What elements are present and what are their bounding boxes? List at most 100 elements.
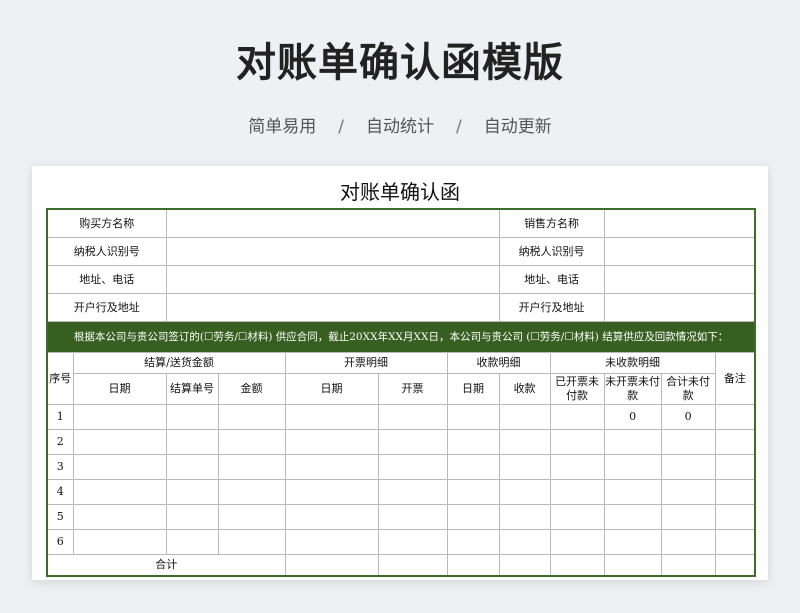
cell-uninvoiced-unpaid[interactable] <box>603 429 662 455</box>
col-invoice-date-header: 日期 <box>284 373 379 405</box>
cell-uninvoiced-unpaid[interactable]: 0 <box>603 404 662 430</box>
total-row: 合计 <box>46 554 756 577</box>
cell-invoiced-unpaid[interactable] <box>549 529 605 555</box>
cell-amount[interactable] <box>217 404 286 430</box>
cell-total-invoiced-unpaid[interactable] <box>549 554 605 577</box>
cell-uninvoiced-unpaid[interactable] <box>603 529 662 555</box>
cell-amount[interactable] <box>217 529 286 555</box>
cell-total-uninvoiced-unpaid[interactable] <box>603 554 662 577</box>
row-seq: 5 <box>46 504 74 530</box>
seller-address-cell[interactable] <box>603 265 756 294</box>
cell-remark[interactable] <box>714 454 756 480</box>
cell-receipt[interactable] <box>498 404 551 430</box>
cell-receipt-date[interactable] <box>446 429 500 455</box>
row-seq: 6 <box>46 529 74 555</box>
cell-amount[interactable] <box>217 504 286 530</box>
cell-settle-no[interactable] <box>165 529 219 555</box>
cell-settle-no[interactable] <box>165 404 219 430</box>
col-seq-header: 序号 <box>46 352 74 405</box>
group-receipt-header: 收款明细 <box>446 352 551 374</box>
cell-receipt-date[interactable] <box>446 454 500 480</box>
cell-total-unpaid[interactable] <box>660 429 716 455</box>
row-seq: 1 <box>46 404 74 430</box>
cell-invoice[interactable] <box>377 454 448 480</box>
cell-receipt-date[interactable] <box>446 504 500 530</box>
cell-total-remark[interactable] <box>714 554 756 577</box>
cell-remark[interactable] <box>714 404 756 430</box>
cell-receipt[interactable] <box>498 429 551 455</box>
cell-invoice[interactable] <box>377 504 448 530</box>
cell-total-unpaid[interactable] <box>660 479 716 505</box>
cell-settle-no[interactable] <box>165 504 219 530</box>
cell-amount[interactable] <box>217 429 286 455</box>
cell-receipt-date[interactable] <box>446 529 500 555</box>
cell-total-unpaid[interactable] <box>660 529 716 555</box>
cell-date[interactable] <box>72 454 167 480</box>
cell-remark[interactable] <box>714 479 756 505</box>
cell-receipt[interactable] <box>498 529 551 555</box>
cell-invoice-date[interactable] <box>284 529 379 555</box>
cell-total-total-unpaid[interactable] <box>660 554 716 577</box>
cell-invoice-date[interactable] <box>284 404 379 430</box>
cell-invoice[interactable] <box>377 429 448 455</box>
cell-invoiced-unpaid[interactable] <box>549 479 605 505</box>
cell-settle-no[interactable] <box>165 479 219 505</box>
seller-name-cell[interactable] <box>603 208 756 238</box>
cell-uninvoiced-unpaid[interactable] <box>603 479 662 505</box>
buyer-address-label: 地址、电话 <box>46 265 167 294</box>
row-seq: 3 <box>46 454 74 480</box>
cell-total-invoice[interactable] <box>377 554 448 577</box>
buyer-address-cell[interactable] <box>165 265 500 294</box>
seller-tax-cell[interactable] <box>603 237 756 266</box>
group-invoice-header: 开票明细 <box>284 352 448 374</box>
cell-amount[interactable] <box>217 479 286 505</box>
cell-remark[interactable] <box>714 529 756 555</box>
buyer-bank-cell[interactable] <box>165 293 500 322</box>
cell-uninvoiced-unpaid[interactable] <box>603 454 662 480</box>
cell-receipt-date[interactable] <box>446 404 500 430</box>
cell-invoice[interactable] <box>377 529 448 555</box>
cell-total-receipt[interactable] <box>498 554 551 577</box>
cell-invoiced-unpaid[interactable] <box>549 504 605 530</box>
seller-bank-cell[interactable] <box>603 293 756 322</box>
cell-invoiced-unpaid[interactable] <box>549 429 605 455</box>
cell-settle-no[interactable] <box>165 429 219 455</box>
buyer-name-label: 购买方名称 <box>46 208 167 238</box>
cell-settle-no[interactable] <box>165 454 219 480</box>
cell-date[interactable] <box>72 479 167 505</box>
feature-list: 简单易用 / 自动统计 / 自动更新 <box>0 112 800 137</box>
group-unreceived-header: 未收款明细 <box>549 352 716 374</box>
cell-receipt[interactable] <box>498 454 551 480</box>
cell-receipt[interactable] <box>498 479 551 505</box>
cell-invoiced-unpaid[interactable] <box>549 404 605 430</box>
buyer-tax-label: 纳税人识别号 <box>46 237 167 266</box>
cell-invoice[interactable] <box>377 479 448 505</box>
cell-date[interactable] <box>72 504 167 530</box>
cell-invoice-date[interactable] <box>284 504 379 530</box>
cell-receipt-date[interactable] <box>446 479 500 505</box>
total-label: 合计 <box>46 554 286 577</box>
cell-invoice[interactable] <box>377 404 448 430</box>
cell-total-unpaid[interactable]: 0 <box>660 404 716 430</box>
cell-total-receipt-date[interactable] <box>446 554 500 577</box>
table-row: 1 0 0 <box>46 404 756 430</box>
feature-auto-stat: 自动统计 <box>366 117 434 137</box>
buyer-name-cell[interactable] <box>165 208 500 238</box>
cell-total-unpaid[interactable] <box>660 454 716 480</box>
col-remark-header: 备注 <box>714 352 756 405</box>
cell-invoice-date[interactable] <box>284 429 379 455</box>
cell-date[interactable] <box>72 529 167 555</box>
buyer-tax-cell[interactable] <box>165 237 500 266</box>
cell-invoice-date[interactable] <box>284 479 379 505</box>
cell-amount[interactable] <box>217 454 286 480</box>
cell-total-unpaid[interactable] <box>660 504 716 530</box>
cell-invoiced-unpaid[interactable] <box>549 454 605 480</box>
cell-invoice-date[interactable] <box>284 454 379 480</box>
cell-total-invoice-date[interactable] <box>284 554 379 577</box>
cell-receipt[interactable] <box>498 504 551 530</box>
cell-date[interactable] <box>72 404 167 430</box>
cell-date[interactable] <box>72 429 167 455</box>
cell-uninvoiced-unpaid[interactable] <box>603 504 662 530</box>
cell-remark[interactable] <box>714 429 756 455</box>
cell-remark[interactable] <box>714 504 756 530</box>
